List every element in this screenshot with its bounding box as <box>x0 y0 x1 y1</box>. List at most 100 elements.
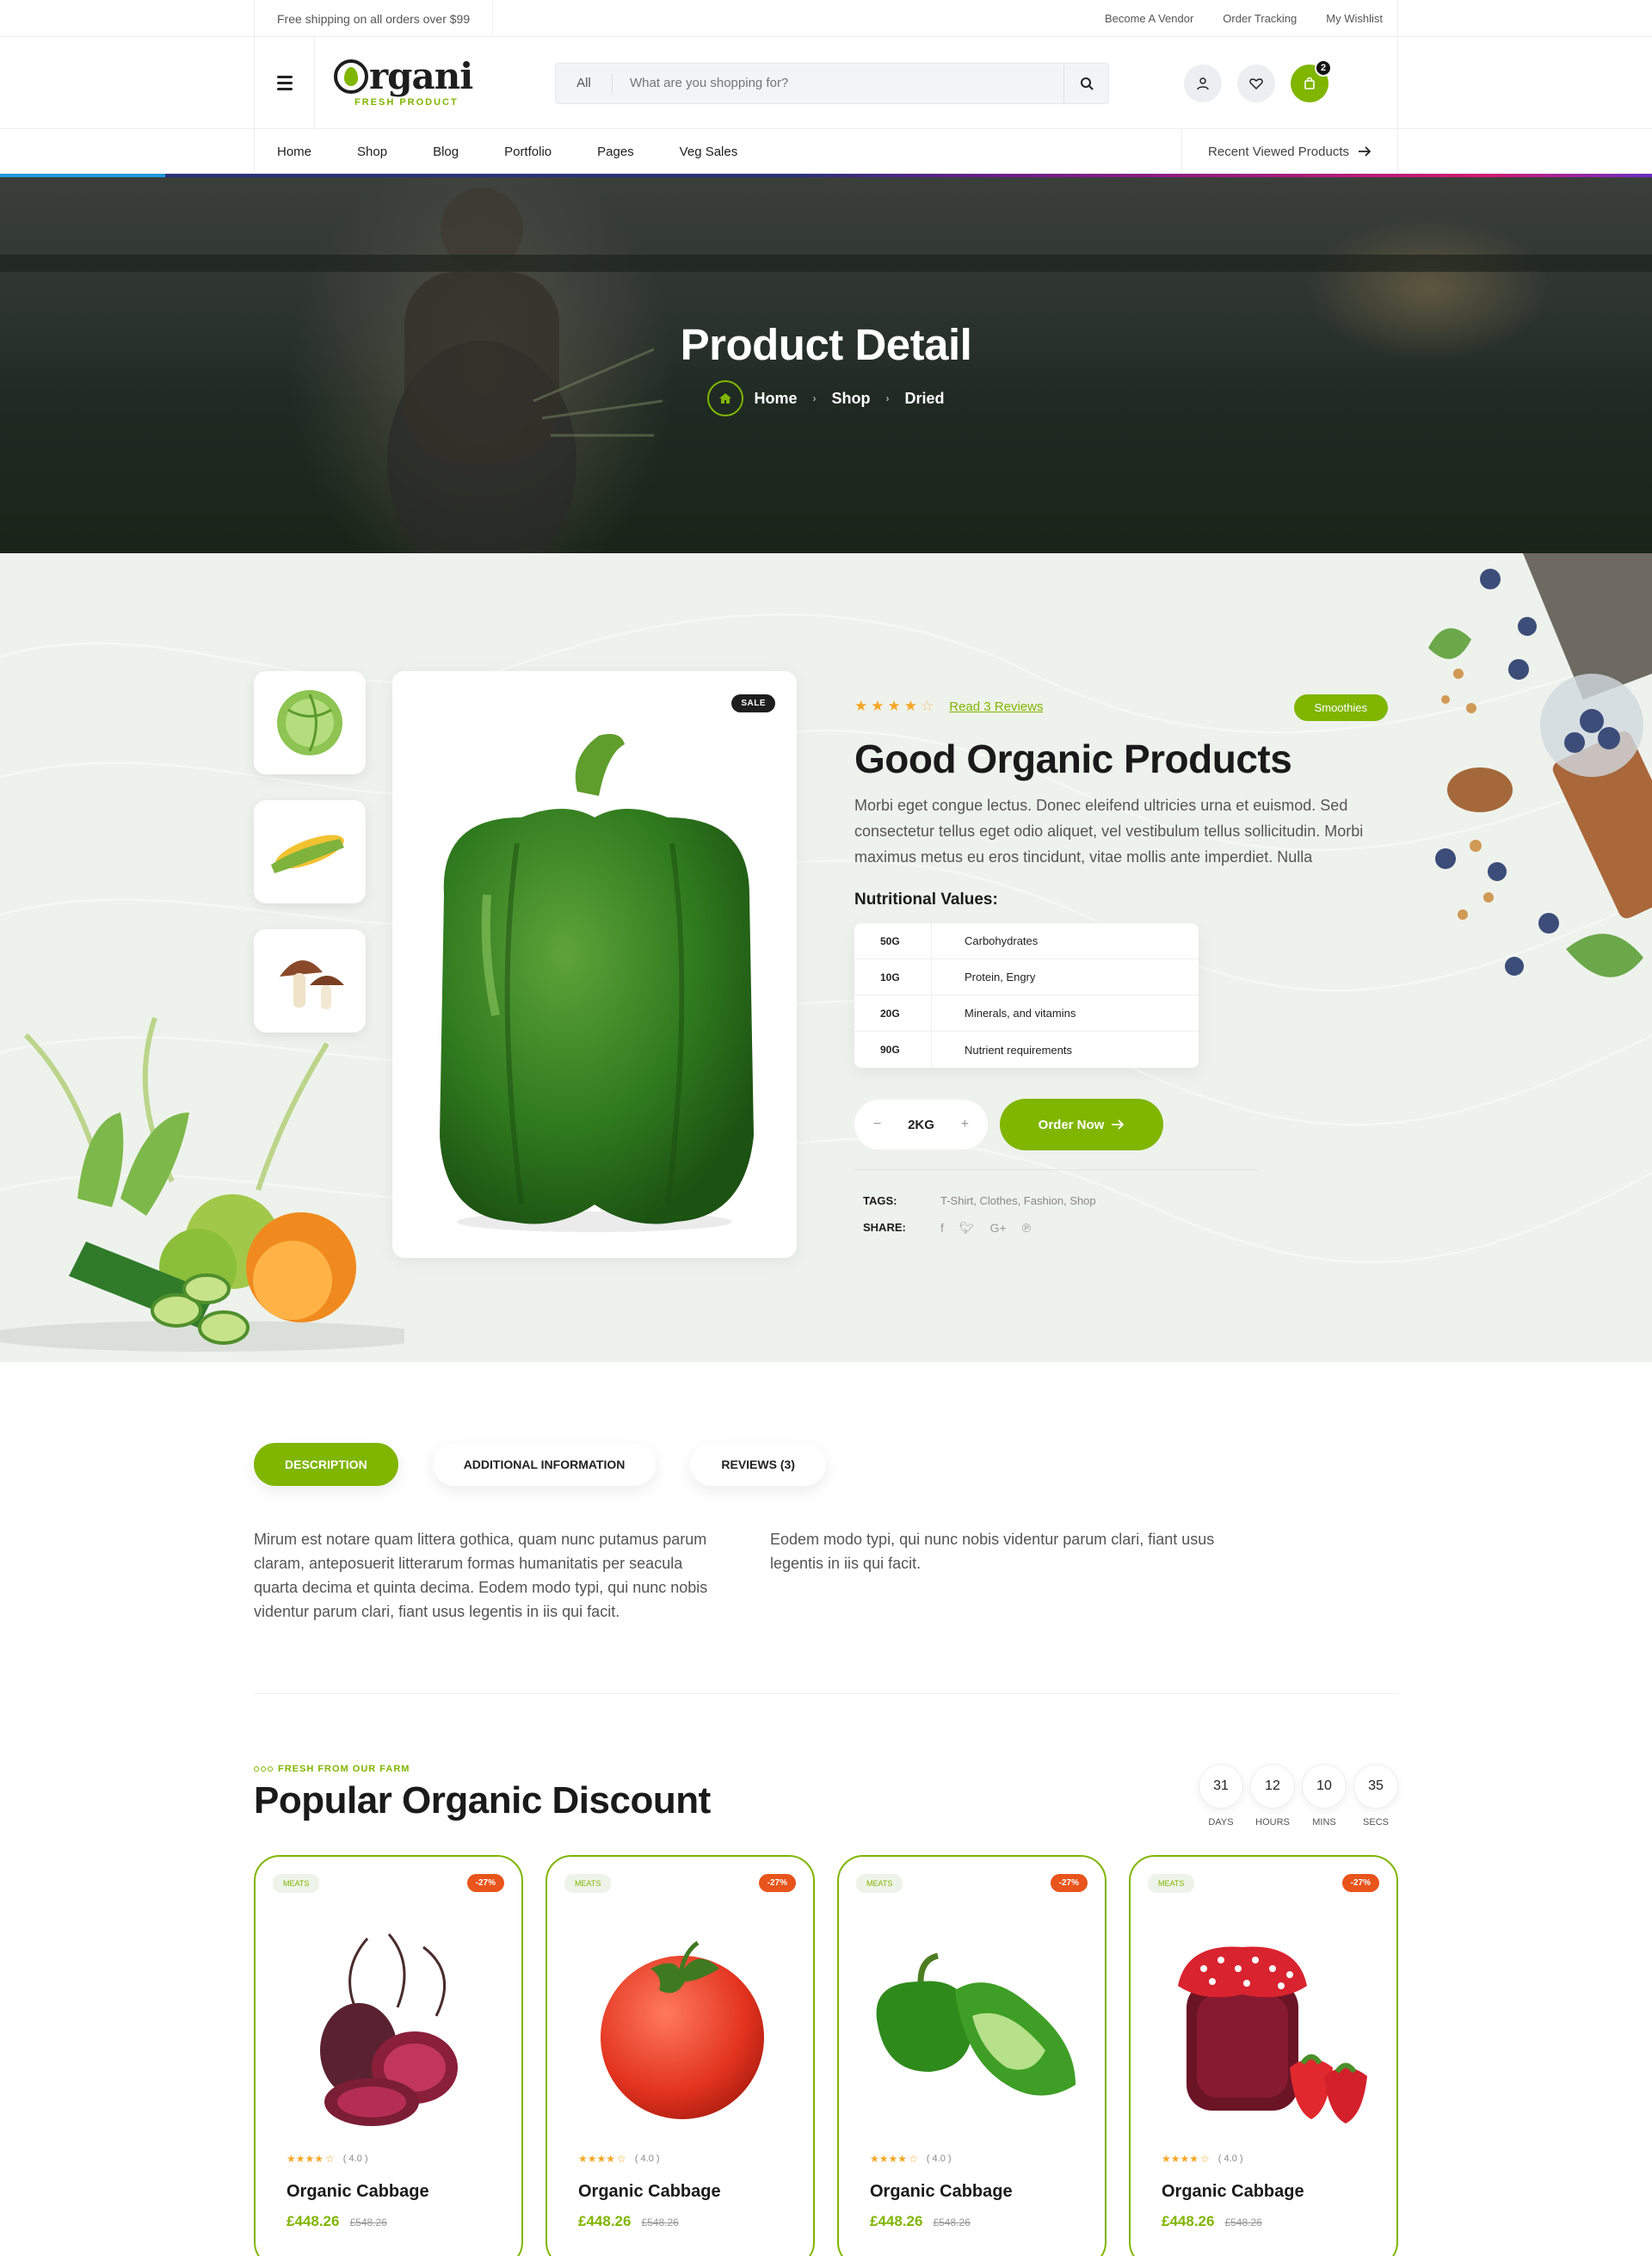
timer-label: DAYS <box>1208 1817 1234 1828</box>
discount-badge: -27% <box>758 1874 796 1892</box>
card-title[interactable]: Organic Cabbage <box>870 2182 1013 2202</box>
countdown-timer: 31 DAYS 12 HOURS 10 MINS 35 SECS <box>1199 1764 1398 1828</box>
card-category-badge[interactable]: MEATS <box>1148 1874 1195 1893</box>
search-input[interactable] <box>613 76 1063 90</box>
card-price: £448.26 £548.26 <box>287 2213 387 2230</box>
thumbnail-corn[interactable] <box>254 800 366 903</box>
thumbnail-cabbage[interactable] <box>254 671 366 774</box>
price-old: £548.26 <box>349 2216 387 2228</box>
price-current: £448.26 <box>870 2213 923 2229</box>
nav-item-veg-sales[interactable]: Veg Sales <box>680 145 738 159</box>
timer-secs: 35 SECS <box>1353 1764 1398 1828</box>
breadcrumb-separator-icon: › <box>812 392 817 404</box>
twitter-icon[interactable]: 🐦︎ <box>959 1221 975 1236</box>
recent-viewed-button[interactable]: Recent Viewed Products <box>1181 129 1397 174</box>
menu-button[interactable] <box>255 37 315 129</box>
cart-button[interactable]: 2 <box>1291 59 1332 102</box>
shopping-bag-icon <box>1304 77 1315 89</box>
discount-badge: -27% <box>466 1874 504 1892</box>
search-icon <box>1080 77 1094 90</box>
star-full-icon: ★★★★ <box>578 2153 616 2165</box>
product-card[interactable]: MEATS -27% ★★★★ ☆( 4.0 ) Organic Cabbage … <box>546 1855 815 2256</box>
nutrition-heading: Nutritional Values: <box>854 891 998 909</box>
read-reviews-link[interactable]: Read 3 Reviews <box>949 700 1043 714</box>
thumbnail-mushroom[interactable] <box>254 929 366 1032</box>
timer-number: 35 <box>1353 1764 1398 1809</box>
quantity-decrease-button[interactable]: − <box>873 1117 881 1132</box>
product-description: Morbi eget congue lectus. Donec eleifend… <box>854 797 1364 866</box>
card-category-badge[interactable]: MEATS <box>273 1874 320 1893</box>
product-card[interactable]: MEATS -27% ★★★★ ☆( 4.0 ) Organic Cabbage … <box>837 1855 1106 2256</box>
product-share: SHARE: f 🐦︎ G+ ℗ <box>854 1221 1388 1236</box>
tab-description[interactable]: DESCRIPTION <box>254 1443 398 1486</box>
leaf-logo-icon <box>334 59 368 94</box>
card-title[interactable]: Organic Cabbage <box>578 2182 721 2202</box>
breadcrumb-home[interactable]: Home <box>754 390 797 408</box>
wishlist-link[interactable]: My Wishlist <box>1311 0 1397 37</box>
search-button[interactable] <box>1063 63 1108 103</box>
timer-number: 31 <box>1199 1764 1243 1809</box>
search-bar: All <box>555 62 1109 104</box>
card-price: £448.26 £548.26 <box>870 2213 971 2230</box>
breadcrumb: Home › Shop › Dried <box>0 380 1652 416</box>
nav-item-shop[interactable]: Shop <box>357 145 387 159</box>
nav-item-portfolio[interactable]: Portfolio <box>504 145 552 159</box>
nav-item-home[interactable]: Home <box>277 145 311 159</box>
card-title[interactable]: Organic Cabbage <box>1162 2182 1304 2202</box>
tab-additional-information[interactable]: ADDITIONAL INFORMATION <box>432 1443 656 1486</box>
nutrition-label: Nutrient requirements <box>965 1043 1072 1057</box>
star-half-icon: ★ <box>903 698 917 714</box>
timer-label: MINS <box>1312 1817 1336 1828</box>
google-plus-icon[interactable]: G+ <box>990 1221 1007 1236</box>
nav-item-blog[interactable]: Blog <box>433 145 459 159</box>
order-now-button[interactable]: Order Now <box>1000 1099 1163 1150</box>
product-card[interactable]: MEATS -27% ★★★★☆ ( 4.0 ) Organic Cabbage <box>1129 1855 1398 2256</box>
nutrition-table: 50G Carbohydrates 10G Protein, Engry 20G M… <box>854 923 1199 1068</box>
tags-value[interactable]: T-Shirt, Clothes, Fashion, Shop <box>940 1194 1096 1207</box>
card-title[interactable]: Organic Cabbage <box>287 2182 429 2202</box>
card-price: £448.26 £548.26 <box>1162 2213 1262 2230</box>
become-vendor-link[interactable]: Become A Vendor <box>1090 0 1208 37</box>
timer-label: HOURS <box>1255 1817 1290 1828</box>
logo[interactable]: rgani FRESH PRODUCT <box>334 59 506 108</box>
section-divider <box>254 1693 1398 1694</box>
site-header: rgani FRESH PRODUCT All 2 <box>0 37 1652 129</box>
shipping-notice: Free shipping on all orders over $99 <box>255 0 494 37</box>
card-category-badge[interactable]: MEATS <box>564 1874 612 1893</box>
breadcrumb-separator-icon: › <box>885 392 890 404</box>
tab-reviews[interactable]: REVIEWS (3) <box>690 1443 826 1486</box>
logo-name: rgani <box>369 55 473 97</box>
table-row: 20G Minerals, and vitamins <box>854 995 1199 1032</box>
order-tracking-link[interactable]: Order Tracking <box>1208 0 1311 37</box>
timer-hours: 12 HOURS <box>1250 1764 1295 1828</box>
star-full-icon: ★★★★ <box>287 2153 324 2165</box>
arrow-right-icon <box>1359 146 1372 157</box>
nutrition-label: Protein, Engry <box>965 971 1036 983</box>
breadcrumb-home-button[interactable] <box>707 380 744 416</box>
category-pill[interactable]: Smoothies <box>1293 694 1388 721</box>
pinterest-icon[interactable]: ℗ <box>1022 1221 1031 1236</box>
nutrition-value: 50G <box>854 923 932 958</box>
card-rating: ★★★★ ☆ ( 4.0 ) <box>578 2153 660 2165</box>
quantity-increase-button[interactable]: + <box>961 1117 969 1132</box>
star-empty-icon: ☆ <box>617 2153 626 2165</box>
search-category-select[interactable]: All <box>556 72 613 94</box>
price-old: £548.26 <box>933 2216 971 2228</box>
heart-icon <box>1249 77 1263 89</box>
account-button[interactable] <box>1184 64 1222 102</box>
card-rating: ★★★★ ☆ ( 4.0 ) <box>287 2153 368 2165</box>
description-text-right: Eodem modo typi, qui nunc nobis videntur… <box>770 1531 1215 1572</box>
timer-number: 10 <box>1302 1764 1347 1809</box>
facebook-icon[interactable]: f <box>940 1221 944 1236</box>
wishlist-button[interactable] <box>1237 64 1275 102</box>
quantity-stepper: − 2KG + <box>854 1100 988 1150</box>
nav-item-pages[interactable]: Pages <box>597 145 634 159</box>
popular-discount-section: FRESH FROM OUR FARM Popular Organic Disc… <box>0 1764 1652 2256</box>
discount-badge: -27% <box>1050 1874 1088 1892</box>
breadcrumb-shop[interactable]: Shop <box>832 390 871 408</box>
breadcrumb-current: Dried <box>904 389 945 407</box>
product-card[interactable]: MEATS -27% ★★★★ ☆( 4.0 ) Organic Cabbage … <box>254 1855 523 2256</box>
nutrition-value: 20G <box>854 995 932 1031</box>
user-icon <box>1197 77 1209 89</box>
card-category-badge[interactable]: MEATS <box>856 1874 903 1893</box>
